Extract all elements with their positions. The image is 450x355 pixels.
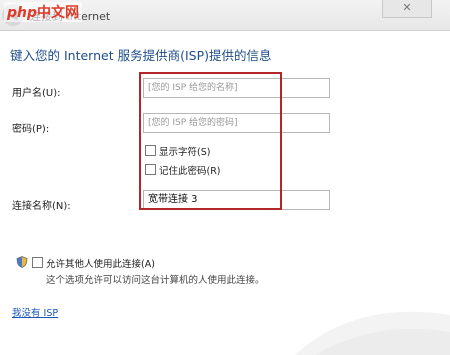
decorative-swirl bbox=[295, 311, 450, 355]
watermark-text: 中文网 bbox=[37, 5, 80, 21]
red-highlight-box bbox=[139, 72, 282, 210]
close-button[interactable]: ✕ bbox=[382, 0, 432, 18]
password-label: 密码(P): bbox=[12, 124, 50, 135]
shield-icon bbox=[16, 256, 28, 268]
watermark-logo: php bbox=[7, 5, 38, 21]
username-label: 用户名(U): bbox=[12, 88, 61, 99]
connection-name-label: 连接名称(N): bbox=[12, 201, 71, 212]
sharing-description: 这个选项允许可以访问这台计算机的人使用此连接。 bbox=[46, 275, 265, 286]
checkbox-box[interactable] bbox=[32, 257, 43, 268]
page-heading: 键入您的 Internet 服务提供商(ISP)提供的信息 bbox=[10, 48, 272, 63]
site-watermark: php中文网 bbox=[4, 2, 83, 22]
allow-others-label: 允许其他人使用此连接(A) bbox=[46, 259, 155, 270]
allow-others-checkbox[interactable]: 允许其他人使用此连接(A) bbox=[32, 256, 155, 270]
no-isp-link[interactable]: 我没有 ISP bbox=[12, 305, 58, 319]
